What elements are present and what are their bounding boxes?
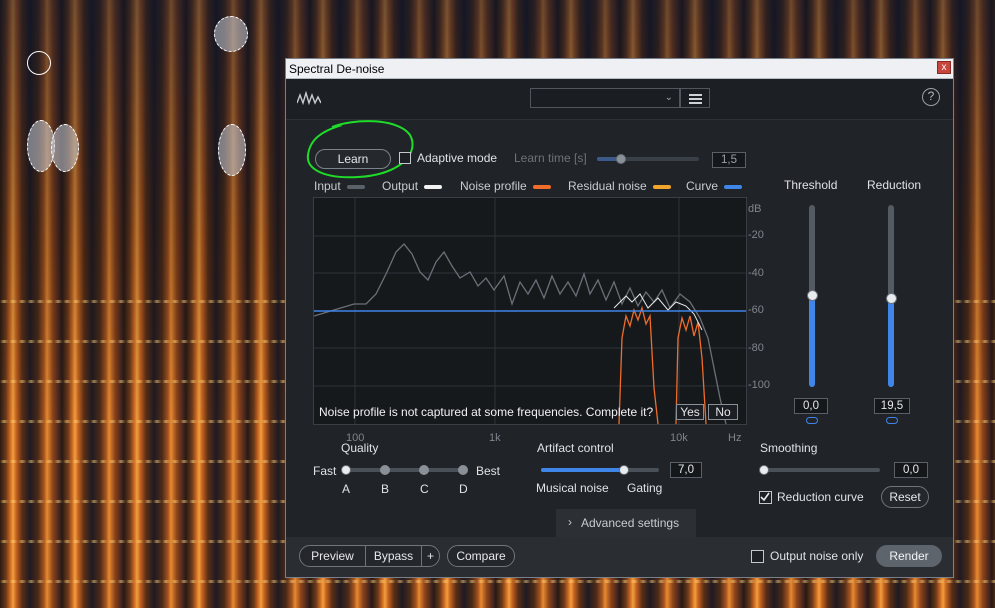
learn-time-value[interactable]: 1,5 xyxy=(712,152,746,168)
adaptive-mode-checkbox[interactable] xyxy=(399,152,411,164)
hamburger-icon xyxy=(689,94,702,96)
hz-tick: 1k xyxy=(489,432,501,444)
checkmark-icon xyxy=(760,492,770,502)
noise-selection[interactable] xyxy=(51,124,79,172)
artifact-control-value[interactable]: 7,0 xyxy=(670,462,702,478)
db-tick: -40 xyxy=(748,267,764,279)
db-tick: -20 xyxy=(748,229,764,241)
compare-button[interactable]: Compare xyxy=(447,545,515,567)
artifact-control-knob[interactable] xyxy=(619,465,629,475)
advanced-settings-label: Advanced settings xyxy=(581,516,680,530)
link-icon[interactable] xyxy=(806,417,818,424)
noise-selection[interactable] xyxy=(214,16,248,52)
help-button[interactable]: ? xyxy=(922,88,940,106)
bypass-button[interactable]: Bypass xyxy=(365,545,422,567)
noise-profile-prompt: Noise profile is not captured at some fr… xyxy=(314,402,746,422)
title-bar[interactable]: Spectral De-noise x xyxy=(286,59,953,79)
reset-button[interactable]: Reset xyxy=(881,486,929,508)
advanced-settings-toggle[interactable]: › Advanced settings xyxy=(556,509,696,537)
learn-time-label: Learn time [s] xyxy=(514,151,587,165)
legend-input: Input xyxy=(314,179,365,193)
chevron-down-icon: ⌄ xyxy=(664,92,673,103)
artifact-control-label: Artifact control xyxy=(537,441,614,455)
waveform-logo-icon xyxy=(297,91,321,105)
db-tick: -100 xyxy=(748,379,771,391)
no-button[interactable]: No xyxy=(708,404,738,420)
smoothing-label: Smoothing xyxy=(760,441,818,455)
legend-swatch xyxy=(532,184,551,189)
quality-slider[interactable] xyxy=(347,468,463,472)
reduction-knob[interactable] xyxy=(886,293,897,304)
smoothing-value[interactable]: 0,0 xyxy=(894,462,928,478)
legend-swatch xyxy=(424,184,443,189)
legend-curve: Curve xyxy=(686,179,743,193)
preset-menu-button[interactable] xyxy=(680,88,710,108)
quality-option-b: B xyxy=(381,482,390,496)
plugin-toolbar: ⌄ ? xyxy=(286,79,953,120)
musical-noise-label: Musical noise xyxy=(536,481,609,495)
quality-option-a: A xyxy=(342,482,351,496)
close-button[interactable]: x xyxy=(937,61,951,74)
legend-residual-noise: Residual noise xyxy=(568,179,671,193)
noise-selection[interactable] xyxy=(218,124,246,176)
gating-label: Gating xyxy=(627,481,663,495)
smoothing-knob[interactable] xyxy=(759,465,769,475)
legend-noise-profile: Noise profile xyxy=(460,179,551,193)
legend-swatch xyxy=(652,184,671,189)
prompt-text: Noise profile is not captured at some fr… xyxy=(319,405,654,419)
spectral-denoise-window: Spectral De-noise x ⌄ ? Learn Adaptive m… xyxy=(285,58,954,578)
quality-option-d: D xyxy=(459,482,468,496)
threshold-label: Threshold xyxy=(784,178,838,192)
reduction-label: Reduction xyxy=(867,178,922,192)
bottom-bar: Preview Bypass + Compare Output noise on… xyxy=(286,537,953,577)
db-unit-label: dB xyxy=(748,203,762,215)
reduction-value[interactable]: 19,5 xyxy=(874,398,910,414)
quality-best-label: Best xyxy=(476,464,501,478)
legend-output: Output xyxy=(382,179,443,193)
chevron-right-icon: › xyxy=(568,515,572,529)
db-tick: -80 xyxy=(748,342,764,354)
adaptive-mode-label: Adaptive mode xyxy=(417,151,498,165)
reduction-curve-checkbox[interactable] xyxy=(759,491,772,504)
db-tick: -60 xyxy=(748,304,764,316)
output-spectrum-line xyxy=(613,293,703,331)
output-noise-only-checkbox[interactable] xyxy=(751,550,764,563)
quality-option-c: C xyxy=(420,482,429,496)
threshold-value[interactable]: 0,0 xyxy=(794,398,828,414)
render-button[interactable]: Render xyxy=(876,545,942,567)
add-button[interactable]: + xyxy=(421,545,440,567)
link-icon[interactable] xyxy=(886,417,898,424)
quality-step-c[interactable] xyxy=(419,465,429,475)
window-title: Spectral De-noise xyxy=(289,62,385,76)
legend-swatch xyxy=(724,184,743,189)
hz-tick: 10k xyxy=(670,432,688,444)
legend-swatch xyxy=(346,184,365,189)
green-circle-annotation xyxy=(306,120,414,179)
quality-step-d[interactable] xyxy=(458,465,468,475)
learn-time-knob[interactable] xyxy=(616,154,626,164)
hz-unit-label: Hz xyxy=(728,432,742,444)
smoothing-slider[interactable] xyxy=(762,468,880,472)
input-spectrum-line xyxy=(314,243,727,424)
preset-dropdown[interactable]: ⌄ xyxy=(530,88,680,108)
threshold-knob[interactable] xyxy=(807,290,818,301)
quality-label: Quality xyxy=(341,441,379,455)
spectrum-graph[interactable] xyxy=(313,197,747,425)
quality-fast-label: Fast xyxy=(313,464,337,478)
reduction-curve-label: Reduction curve xyxy=(777,490,864,504)
yes-button[interactable]: Yes xyxy=(676,404,704,420)
quality-step-b[interactable] xyxy=(380,465,390,475)
lasso-cursor-icon xyxy=(27,51,51,75)
spectrum-plot xyxy=(314,198,746,424)
preview-button[interactable]: Preview xyxy=(299,545,366,567)
quality-knob-a[interactable] xyxy=(341,465,351,475)
output-noise-only-label: Output noise only xyxy=(770,549,864,563)
